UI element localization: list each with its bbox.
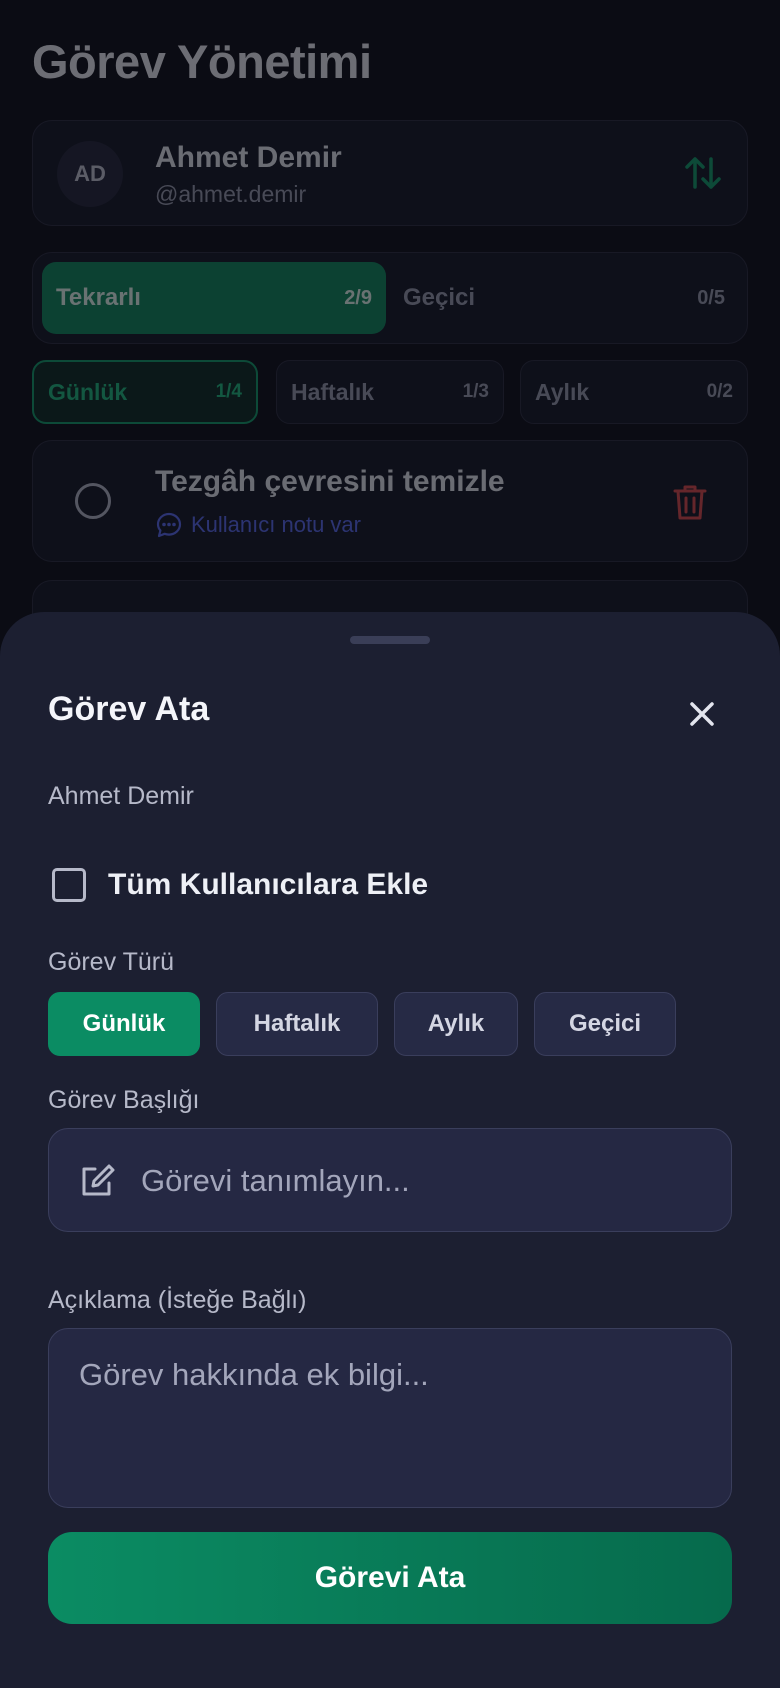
user-handle: @ahmet.demir [155,181,307,207]
task-title-input[interactable] [139,1129,713,1233]
task-note: Kullanıcı notu var [155,511,361,539]
close-icon [690,702,714,726]
type-button-gunluk[interactable]: Günlük [48,992,200,1056]
task-title-field[interactable] [48,1128,732,1233]
assign-task-sheet: Görev Ata Ahmet Demir Tüm Kullanıcılara … [0,612,780,1688]
description-input[interactable] [77,1355,701,1489]
sheet-title: Görev Ata [48,690,210,728]
type-button-aylik[interactable]: Aylık [394,992,518,1056]
filter-gunluk[interactable]: Günlük 1/4 [32,360,258,424]
assign-task-button[interactable]: Görevi Ata [48,1532,732,1624]
segment-count: 0/5 [697,286,725,309]
chat-bubble-icon [156,512,182,538]
filter-label: Haftalık [291,378,375,405]
trash-icon[interactable] [673,483,707,521]
filter-haftalik[interactable]: Haftalık 1/3 [276,360,504,424]
task-complete-radio[interactable] [75,483,111,519]
task-card[interactable]: Tezgâh çevresini temizle Kullanıcı notu … [32,440,748,562]
task-title-label: Görev Başlığı [48,1086,200,1114]
segment-gecici[interactable]: Geçici 0/5 [389,262,739,334]
filter-count: 0/2 [706,381,733,402]
checkbox[interactable] [52,868,86,902]
task-category-switch: Tekrarlı 2/9 Geçici 0/5 [32,252,748,344]
segment-label: Geçici [403,284,476,311]
task-title: Tezgâh çevresini temizle [155,465,505,498]
assignee-name: Ahmet Demir [48,782,194,810]
segment-label: Tekrarlı [56,284,141,311]
user-card[interactable]: AD Ahmet Demir @ahmet.demir [32,120,748,226]
filter-aylik[interactable]: Aylık 0/2 [520,360,748,424]
edit-icon [82,1164,115,1196]
segment-count: 2/9 [344,286,372,309]
close-button[interactable] [682,694,722,734]
background-screen: Görev Yönetimi AD Ahmet Demir @ahmet.dem… [0,0,780,660]
type-button-haftalik[interactable]: Haftalık [216,992,378,1056]
task-type-label: Görev Türü [48,948,174,976]
sheet-drag-handle[interactable] [350,636,430,644]
user-name: Ahmet Demir [155,141,342,174]
checkbox-label: Tüm Kullanıcılara Ekle [108,868,429,901]
filter-count: 1/4 [215,381,242,402]
avatar: AD [57,141,123,207]
filter-label: Günlük [48,378,128,405]
page-title: Görev Yönetimi [32,35,372,88]
description-label: Açıklama (İsteğe Bağlı) [48,1286,307,1314]
description-field[interactable] [48,1328,732,1508]
filter-label: Aylık [535,378,590,405]
sort-arrows-icon[interactable] [683,153,723,193]
add-to-all-users-checkbox[interactable]: Tüm Kullanıcılara Ekle [52,868,428,902]
segment-tekrarli[interactable]: Tekrarlı 2/9 [42,262,386,334]
task-note-label: Kullanıcı notu var [191,512,361,537]
filter-count: 1/3 [462,381,489,402]
type-button-gecici[interactable]: Geçici [534,992,676,1056]
